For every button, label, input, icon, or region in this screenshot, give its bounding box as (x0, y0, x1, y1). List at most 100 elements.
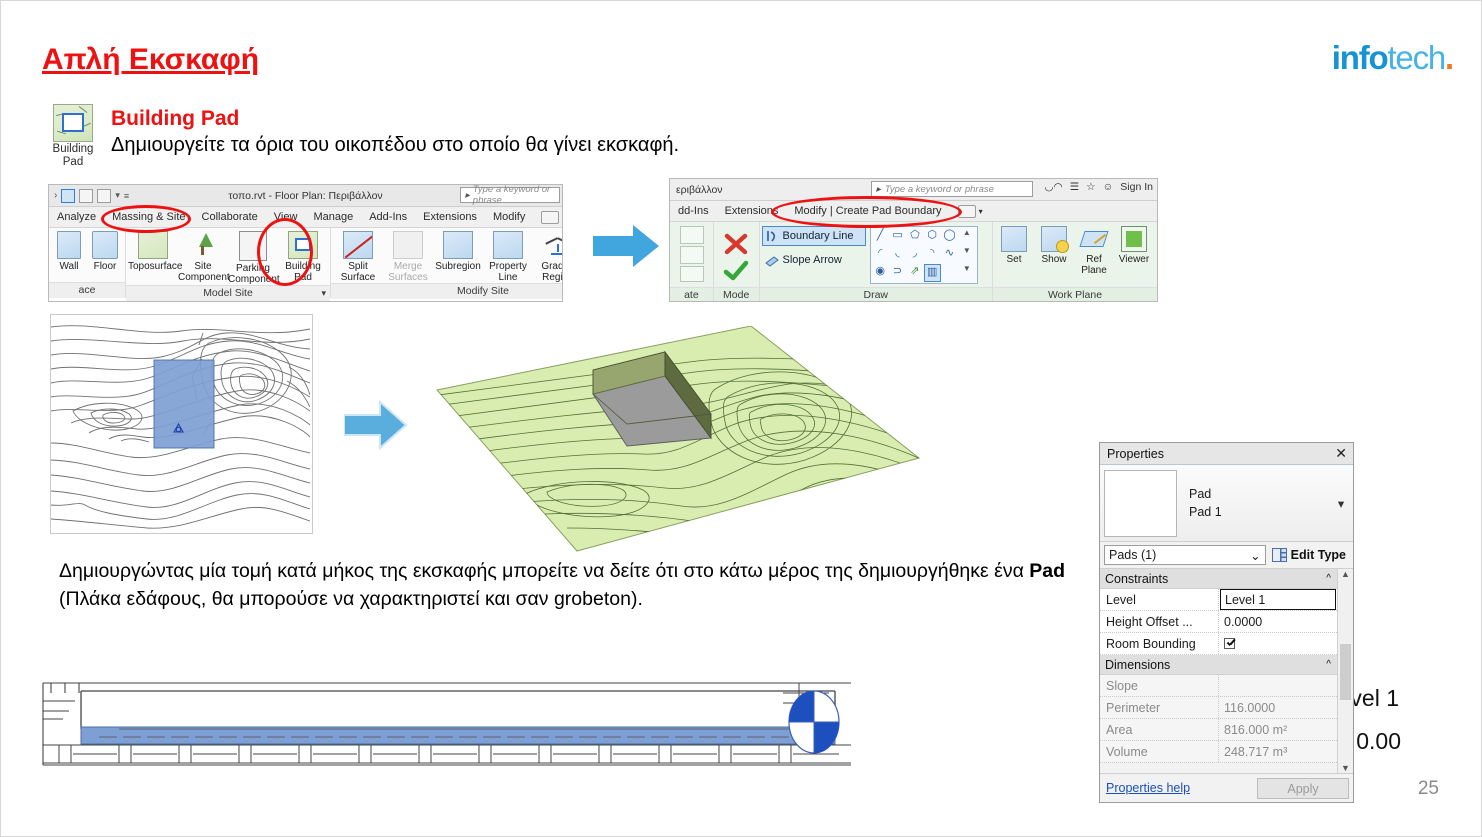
cancel-x-icon[interactable] (724, 233, 748, 255)
apply-button[interactable]: Apply (1257, 777, 1349, 799)
draw-circle-icon[interactable]: ◯ (941, 228, 958, 246)
sign-in-link[interactable]: Sign In (1120, 181, 1153, 193)
create-tool-icon-2[interactable] (680, 246, 704, 264)
type-selector-preview[interactable]: Pad Pad 1 ▾ (1100, 465, 1353, 542)
scroll-up-arrow-icon[interactable]: ▲ (1341, 569, 1350, 579)
ribbon-minimize-icon[interactable]: ▾ (533, 210, 562, 224)
room-bounding-checkbox[interactable] (1224, 638, 1235, 649)
type-selector-chevron-down-icon[interactable]: ▾ (1333, 496, 1349, 511)
tab-analyze[interactable]: Analyze (49, 211, 104, 223)
draw-gallery-expand-icon[interactable]: ▼ (958, 264, 975, 282)
property-value-height-offset[interactable]: 0.0000 (1219, 611, 1337, 632)
revit-ribbon-massing-and-site[interactable]: › ▾ ≡ τοπο.rvt - Floor Plan: Περιβάλλον … (48, 184, 563, 302)
ribbon-button-split-surface[interactable]: Split Surface (333, 230, 383, 283)
property-group-constraints[interactable]: Constraints ^ (1100, 569, 1337, 589)
ribbon-button-show-workplane[interactable]: Show (1033, 225, 1075, 265)
element-selector-dropdown[interactable]: Pads (1) ⌄ (1104, 545, 1266, 565)
draw-rectangle-icon[interactable]: ▭ (889, 228, 906, 246)
draw-circumscribed-polygon-icon[interactable]: ⬡ (924, 228, 941, 246)
ribbon-right-doc-title: εριβάλλον (676, 183, 723, 196)
draw-start-end-radius-arc-icon[interactable]: ◜ (872, 246, 889, 264)
scrollbar-thumb[interactable] (1340, 644, 1351, 700)
tab-massing-and-site[interactable]: Massing & Site (104, 211, 193, 223)
switch-windows-icon[interactable] (97, 188, 112, 203)
property-row-room-bounding[interactable]: Room Bounding (1100, 633, 1337, 655)
tab-extensions-right[interactable]: Extensions (717, 205, 787, 217)
ribbon-minimize-icon-right[interactable]: ▾ (950, 204, 991, 218)
draw-tool-slope-arrow[interactable]: Slope Arrow (762, 250, 866, 270)
ribbon-right-search-input[interactable]: ▸ Type a keyword or phrase (871, 181, 1033, 197)
close-icon[interactable]: ✕ (1335, 445, 1347, 462)
properties-scrollbar[interactable]: ▲ ▼ (1337, 569, 1353, 773)
ribbon-button-property-line[interactable]: Property Line (483, 230, 533, 283)
ribbon-button-wall[interactable]: Wall (51, 230, 87, 272)
expand-chevron-icon[interactable]: › (52, 190, 57, 201)
draw-pick-walls-icon[interactable]: ▥ (923, 264, 941, 282)
ribbon-button-set-label: Set (1006, 254, 1022, 265)
collapse-chevron-icon[interactable]: ^ (1326, 573, 1331, 584)
ribbon-button-parking-component[interactable]: Parking Component (228, 230, 280, 285)
draw-fillet-arc-icon[interactable]: ◝ (924, 246, 941, 264)
property-value-room-bounding[interactable] (1219, 633, 1337, 654)
toposurface-plan-view (50, 314, 313, 534)
ribbon-button-ref-plane[interactable]: Ref Plane (1075, 225, 1113, 276)
property-row-level[interactable]: Level Level 1 (1100, 589, 1337, 611)
draw-tool-boundary-line[interactable]: Boundary Line (761, 226, 866, 246)
ribbon-button-toposurface[interactable]: Toposurface (128, 230, 182, 272)
close-hidden-windows-icon[interactable] (79, 188, 94, 203)
edit-type-button[interactable]: Edit Type (1271, 548, 1349, 562)
collapse-chevron-icon-dimensions[interactable]: ^ (1326, 659, 1331, 670)
draw-partial-ellipse-icon[interactable]: ⊃ (889, 264, 906, 282)
draw-gallery-scroll-up-icon[interactable]: ▲ (958, 228, 975, 246)
draw-spline-icon[interactable]: ∿ (941, 246, 958, 264)
panel-expand-icon[interactable]: ▾ (321, 286, 326, 301)
ribbon-right-tabbar[interactable]: dd-Ins Extensions Modify | Create Pad Bo… (670, 201, 1157, 222)
page-title: Απλή Εκσκαφή (42, 43, 260, 76)
qat-chevron-down-icon[interactable]: ▾ (115, 190, 120, 201)
tab-manage[interactable]: Manage (305, 211, 361, 223)
tab-view[interactable]: View (266, 211, 306, 223)
revit-ribbon-create-pad-boundary[interactable]: εριβάλλον ▸ Type a keyword or phrase ◡◠ … (669, 178, 1158, 302)
properties-help-link[interactable]: Properties help (1106, 781, 1190, 795)
draw-ellipse-icon[interactable]: ◉ (872, 264, 889, 282)
ribbon-button-building-pad[interactable]: Building Pad (278, 230, 328, 283)
properties-palette[interactable]: Properties ✕ Pad Pad 1 ▾ Pads (1) ⌄ Edit… (1099, 442, 1354, 803)
ribbon-left-tabbar[interactable]: Analyze Massing & Site Collaborate View … (49, 207, 562, 228)
ribbon-button-graded-region[interactable]: Graded Region (533, 230, 562, 283)
draw-center-ends-arc-icon[interactable]: ◟ (889, 246, 906, 264)
create-tool-icon-1[interactable] (680, 226, 704, 244)
tab-collaborate[interactable]: Collaborate (194, 211, 266, 223)
scroll-down-arrow-icon[interactable]: ▼ (1341, 763, 1350, 773)
property-key-level: Level (1100, 589, 1219, 610)
tab-extensions[interactable]: Extensions (415, 211, 485, 223)
ribbon-button-viewer[interactable]: Viewer (1113, 225, 1155, 265)
help-binoculars-icon[interactable]: ◡◠ (1044, 181, 1062, 193)
tab-modify[interactable]: Modify (485, 211, 533, 223)
properties-toggle-icon[interactable] (61, 188, 76, 203)
tab-add-ins-right[interactable]: dd-Ins (670, 205, 717, 217)
draw-gallery-scroll-down-icon[interactable]: ▼ (958, 246, 975, 264)
draw-tangent-end-arc-icon[interactable]: ◞ (906, 246, 923, 264)
draw-inscribed-polygon-icon[interactable]: ⬠ (906, 228, 923, 246)
create-tool-icon-3[interactable] (680, 266, 704, 282)
tab-modify-create-pad-boundary[interactable]: Modify | Create Pad Boundary (786, 205, 949, 217)
ribbon-button-set-workplane[interactable]: Set (995, 225, 1033, 265)
ribbon-button-floor[interactable]: Floor (87, 230, 123, 272)
draw-pick-lines-icon[interactable]: ⇗ (906, 264, 923, 282)
property-row-height-offset[interactable]: Height Offset ... 0.0000 (1100, 611, 1337, 633)
account-person-icon[interactable]: ☺ (1103, 181, 1114, 193)
qat-overflow-icon[interactable]: ≡ (124, 191, 129, 201)
exchange-apps-icon[interactable]: ☰ (1070, 181, 1079, 193)
tab-add-ins[interactable]: Add-Ins (361, 211, 415, 223)
property-value-level[interactable]: Level 1 (1220, 589, 1336, 610)
draw-line-icon[interactable]: ╱ (872, 228, 889, 246)
property-group-dimensions[interactable]: Dimensions ^ (1100, 655, 1337, 675)
quick-access-toolbar[interactable]: › ▾ ≡ (49, 188, 129, 203)
finish-check-icon[interactable] (723, 260, 749, 282)
ribbon-left-search-input[interactable]: ▸ Type a keyword or phrase (460, 185, 560, 206)
ribbon-button-site-component[interactable]: Site Component (178, 230, 230, 283)
favorites-star-icon[interactable]: ☆ (1086, 181, 1095, 193)
draw-shape-gallery[interactable]: ╱ ▭ ⬠ ⬡ ◯ ▲ ◜ ◟ ◞ ◝ ∿ ▼ ◉ ⊃ ⇗ ▥ ▼ (869, 226, 978, 284)
pad-slab-highlight (80, 726, 836, 745)
ribbon-button-subregion[interactable]: Subregion (433, 230, 483, 272)
